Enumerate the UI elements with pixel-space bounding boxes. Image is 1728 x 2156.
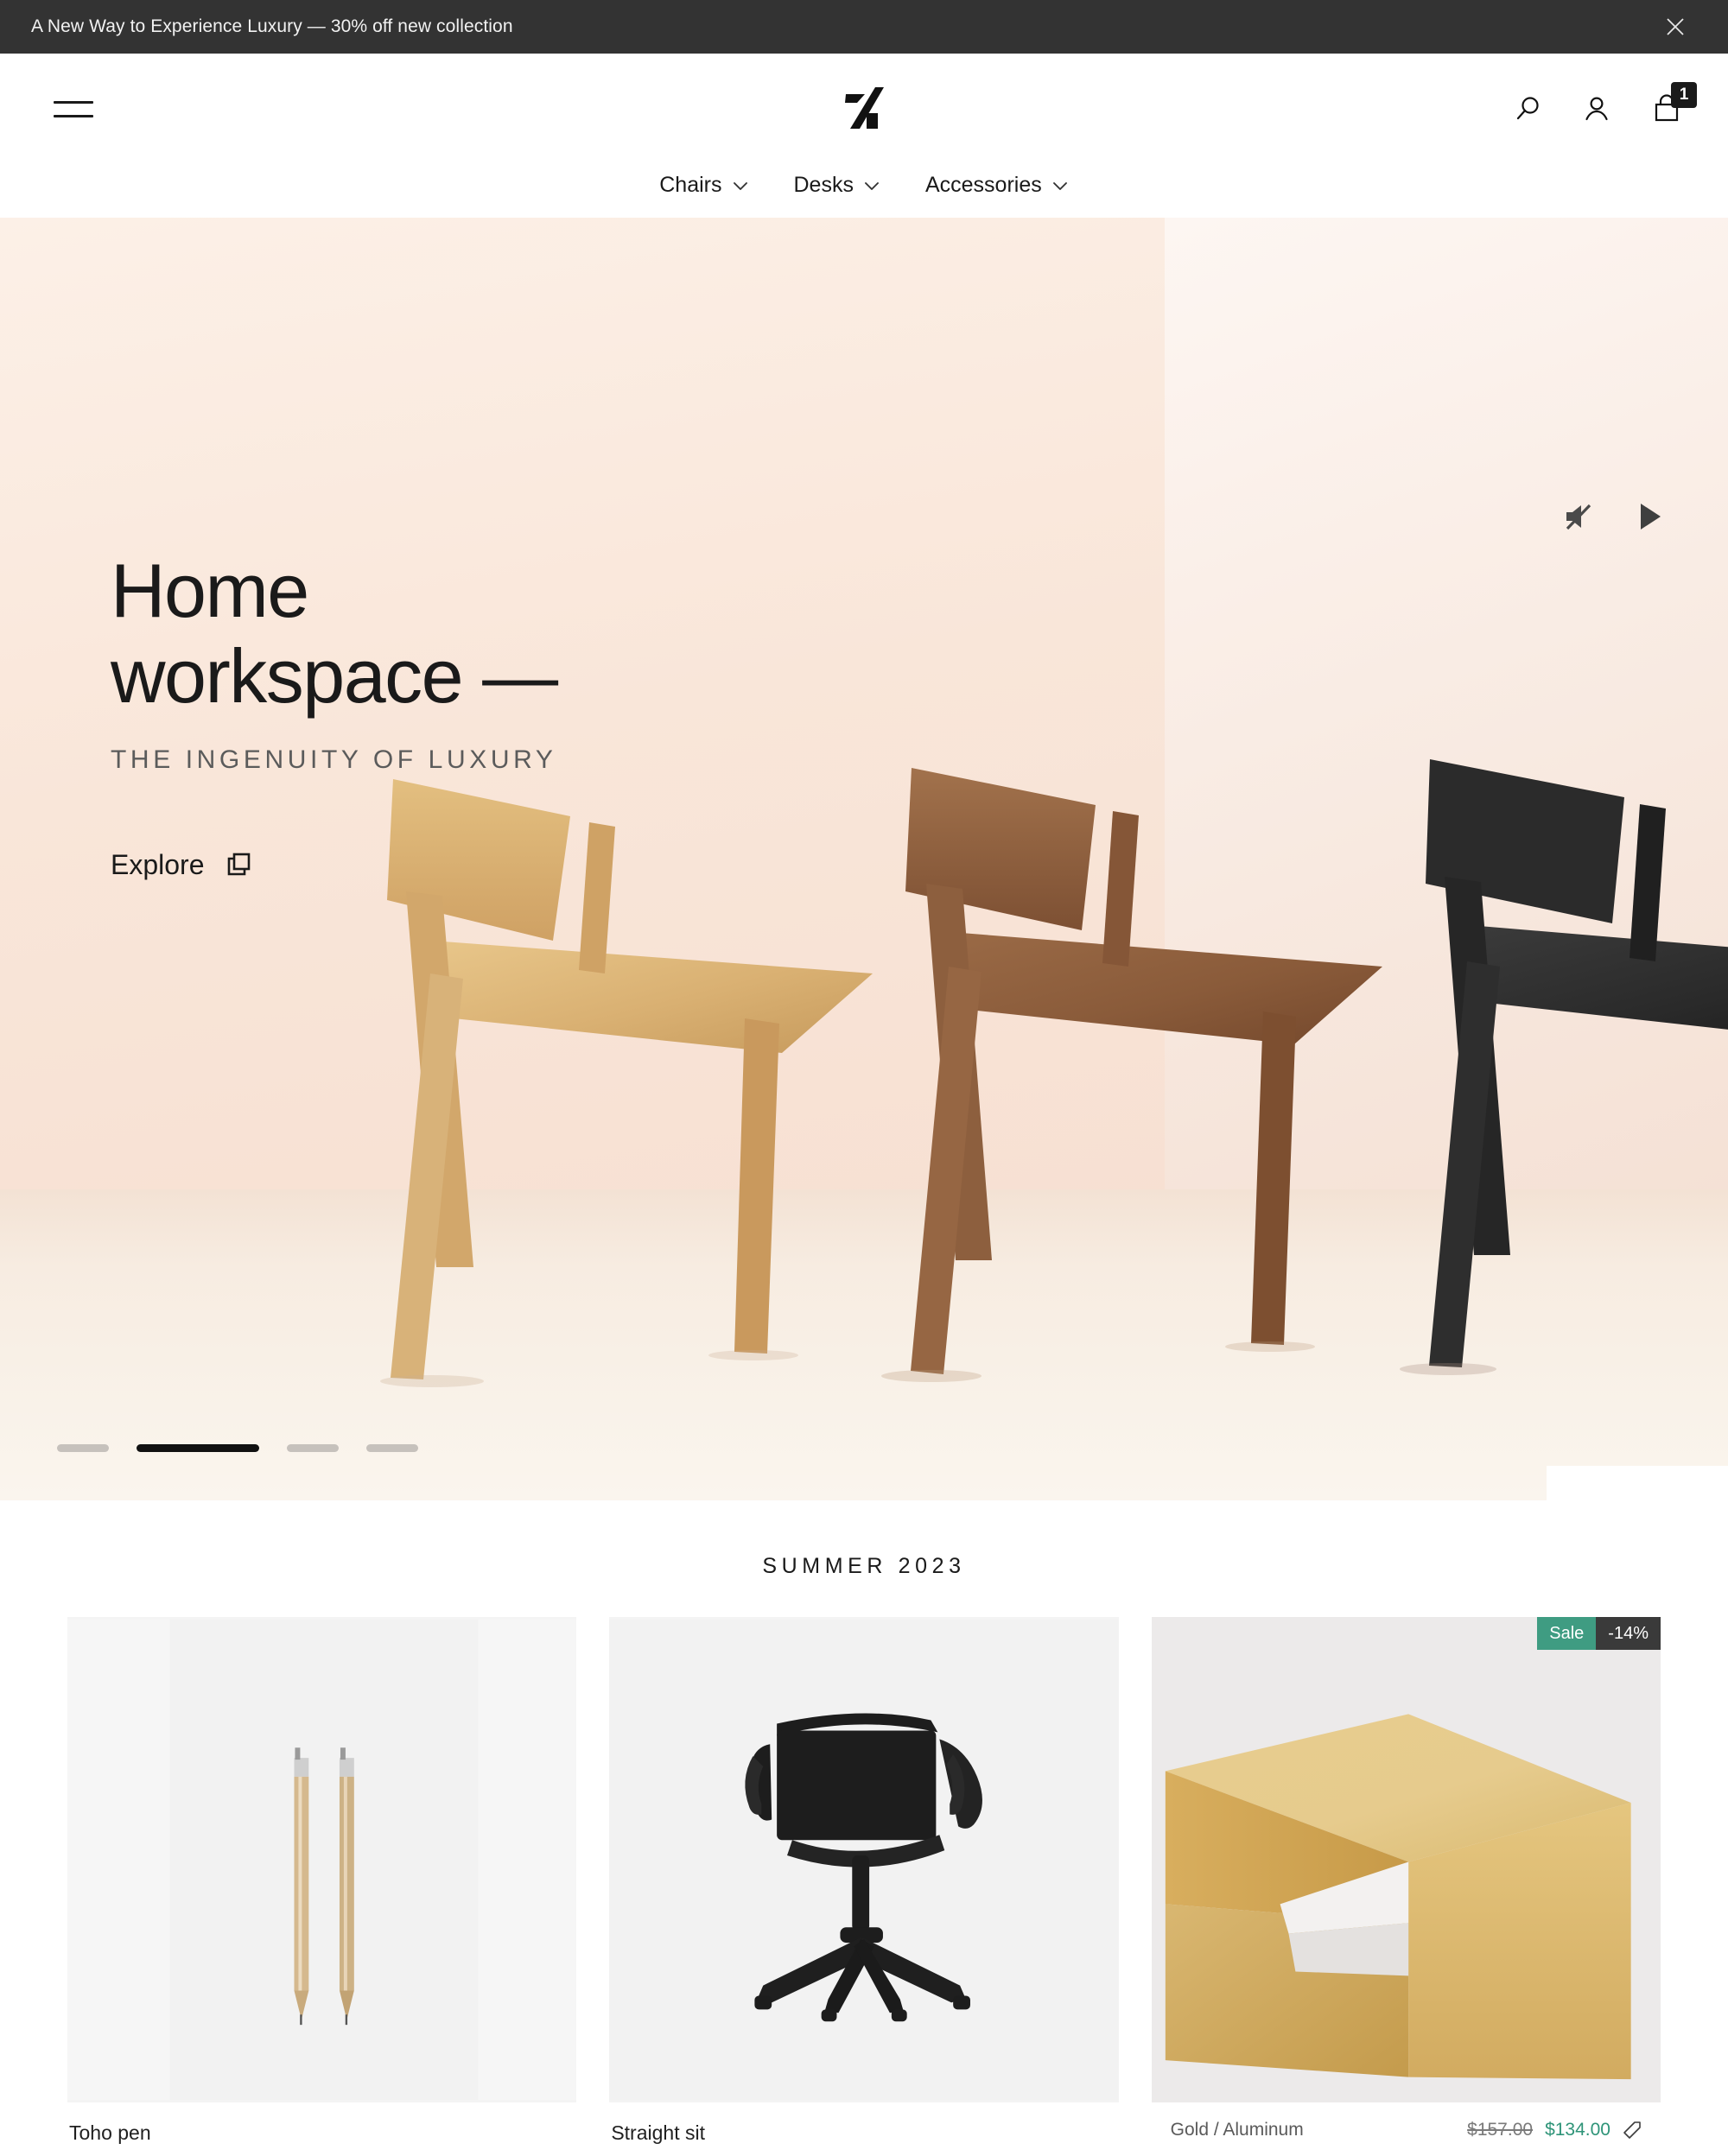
sale-price: $134.00 <box>1545 2120 1610 2140</box>
hero-subtitle: THE INGENUITY OF LUXURY <box>111 745 557 774</box>
main-navigation: Chairs Desks Accessories <box>0 164 1728 218</box>
collection-title: SUMMER 2023 <box>762 1554 966 1578</box>
site-header: 1 Chairs Desks Accessories <box>0 54 1728 218</box>
nav-item-chairs[interactable]: Chairs <box>654 169 753 201</box>
collection-section: SUMMER 2023 Toho pen Straight sit Sale -… <box>0 1500 1728 2156</box>
search-icon[interactable] <box>1512 93 1543 124</box>
slide-indicator-4[interactable] <box>366 1444 418 1452</box>
product-badges: Sale -14% <box>1537 1617 1661 1650</box>
variant-price-row: Gold / Aluminum $157.00 $134.00 <box>1171 2120 1642 2140</box>
hero-title-line1: Home <box>111 548 309 633</box>
hero-title-line2: workspace — <box>111 633 558 720</box>
header-top-row: 1 <box>0 54 1728 164</box>
hero-content: Home workspace — THE INGENUITY OF LUXURY… <box>111 548 558 881</box>
nav-label-chairs: Chairs <box>659 173 722 197</box>
product-grid: Toho pen Straight sit Sale -14% Gold / A… <box>0 1617 1728 2156</box>
product-card-thincube[interactable]: Sale -14% Gold / Aluminum $157.00 $134.0… <box>1151 1617 1661 2156</box>
slide-indicator-3[interactable] <box>287 1444 339 1452</box>
slide-indicator-2[interactable] <box>137 1444 259 1452</box>
explore-label: Explore <box>111 848 205 880</box>
discount-badge: -14% <box>1596 1617 1661 1650</box>
product-title-toho-pen: Toho pen <box>69 2121 151 2144</box>
chevron-down-icon <box>865 181 879 190</box>
product-card-toho-pen[interactable]: Toho pen <box>67 1617 577 2156</box>
account-icon[interactable] <box>1581 93 1612 124</box>
play-icon[interactable] <box>1633 498 1666 535</box>
brand-logo[interactable] <box>829 79 899 138</box>
price-tag-icon <box>1623 2121 1642 2140</box>
hero-banner: Home workspace — THE INGENUITY OF LUXURY… <box>0 218 1728 1500</box>
chevron-down-icon <box>733 181 747 190</box>
variant-name: Gold / Aluminum <box>1170 2120 1304 2140</box>
announcement-bar: A New Way to Experience Luxury — 30% off… <box>0 0 1728 54</box>
hero-slide-indicators <box>57 1444 418 1452</box>
slide-indicator-1[interactable] <box>57 1444 109 1452</box>
product-image-thincube <box>1151 1617 1661 2102</box>
nav-label-accessories: Accessories <box>924 173 1042 197</box>
nav-label-desks: Desks <box>793 173 854 197</box>
price-group: $157.00 $134.00 <box>1467 2120 1642 2140</box>
open-in-new-icon <box>227 853 250 876</box>
product-title-straight-sit: Straight sit <box>611 2121 705 2144</box>
header-icon-group: 1 <box>1512 82 1697 125</box>
explore-button[interactable]: Explore <box>111 849 253 881</box>
cart-count-badge: 1 <box>1671 82 1697 108</box>
hero-media-controls <box>1560 498 1666 535</box>
sale-badge: Sale <box>1537 1617 1597 1650</box>
chevron-down-icon <box>1052 181 1067 190</box>
product-image-straight-sit <box>609 1617 1119 2102</box>
nav-item-accessories[interactable]: Accessories <box>920 169 1074 201</box>
nav-item-desks[interactable]: Desks <box>789 169 886 201</box>
product-card-straight-sit[interactable]: Straight sit <box>609 1617 1119 2156</box>
hero-title: Home workspace — <box>111 548 558 720</box>
hero-floor-edge <box>1547 1466 1728 1500</box>
original-price: $157.00 <box>1467 2120 1534 2140</box>
hamburger-icon[interactable] <box>54 100 93 117</box>
cart-icon[interactable]: 1 <box>1650 82 1697 125</box>
close-icon[interactable] <box>1662 14 1688 40</box>
product-image-toho-pen <box>67 1617 577 2102</box>
announcement-text: A New Way to Experience Luxury — 30% off… <box>31 16 513 36</box>
volume-muted-icon[interactable] <box>1560 498 1597 535</box>
product-options-thincube: Gold / Aluminum $157.00 $134.00 <box>1151 2102 1661 2156</box>
